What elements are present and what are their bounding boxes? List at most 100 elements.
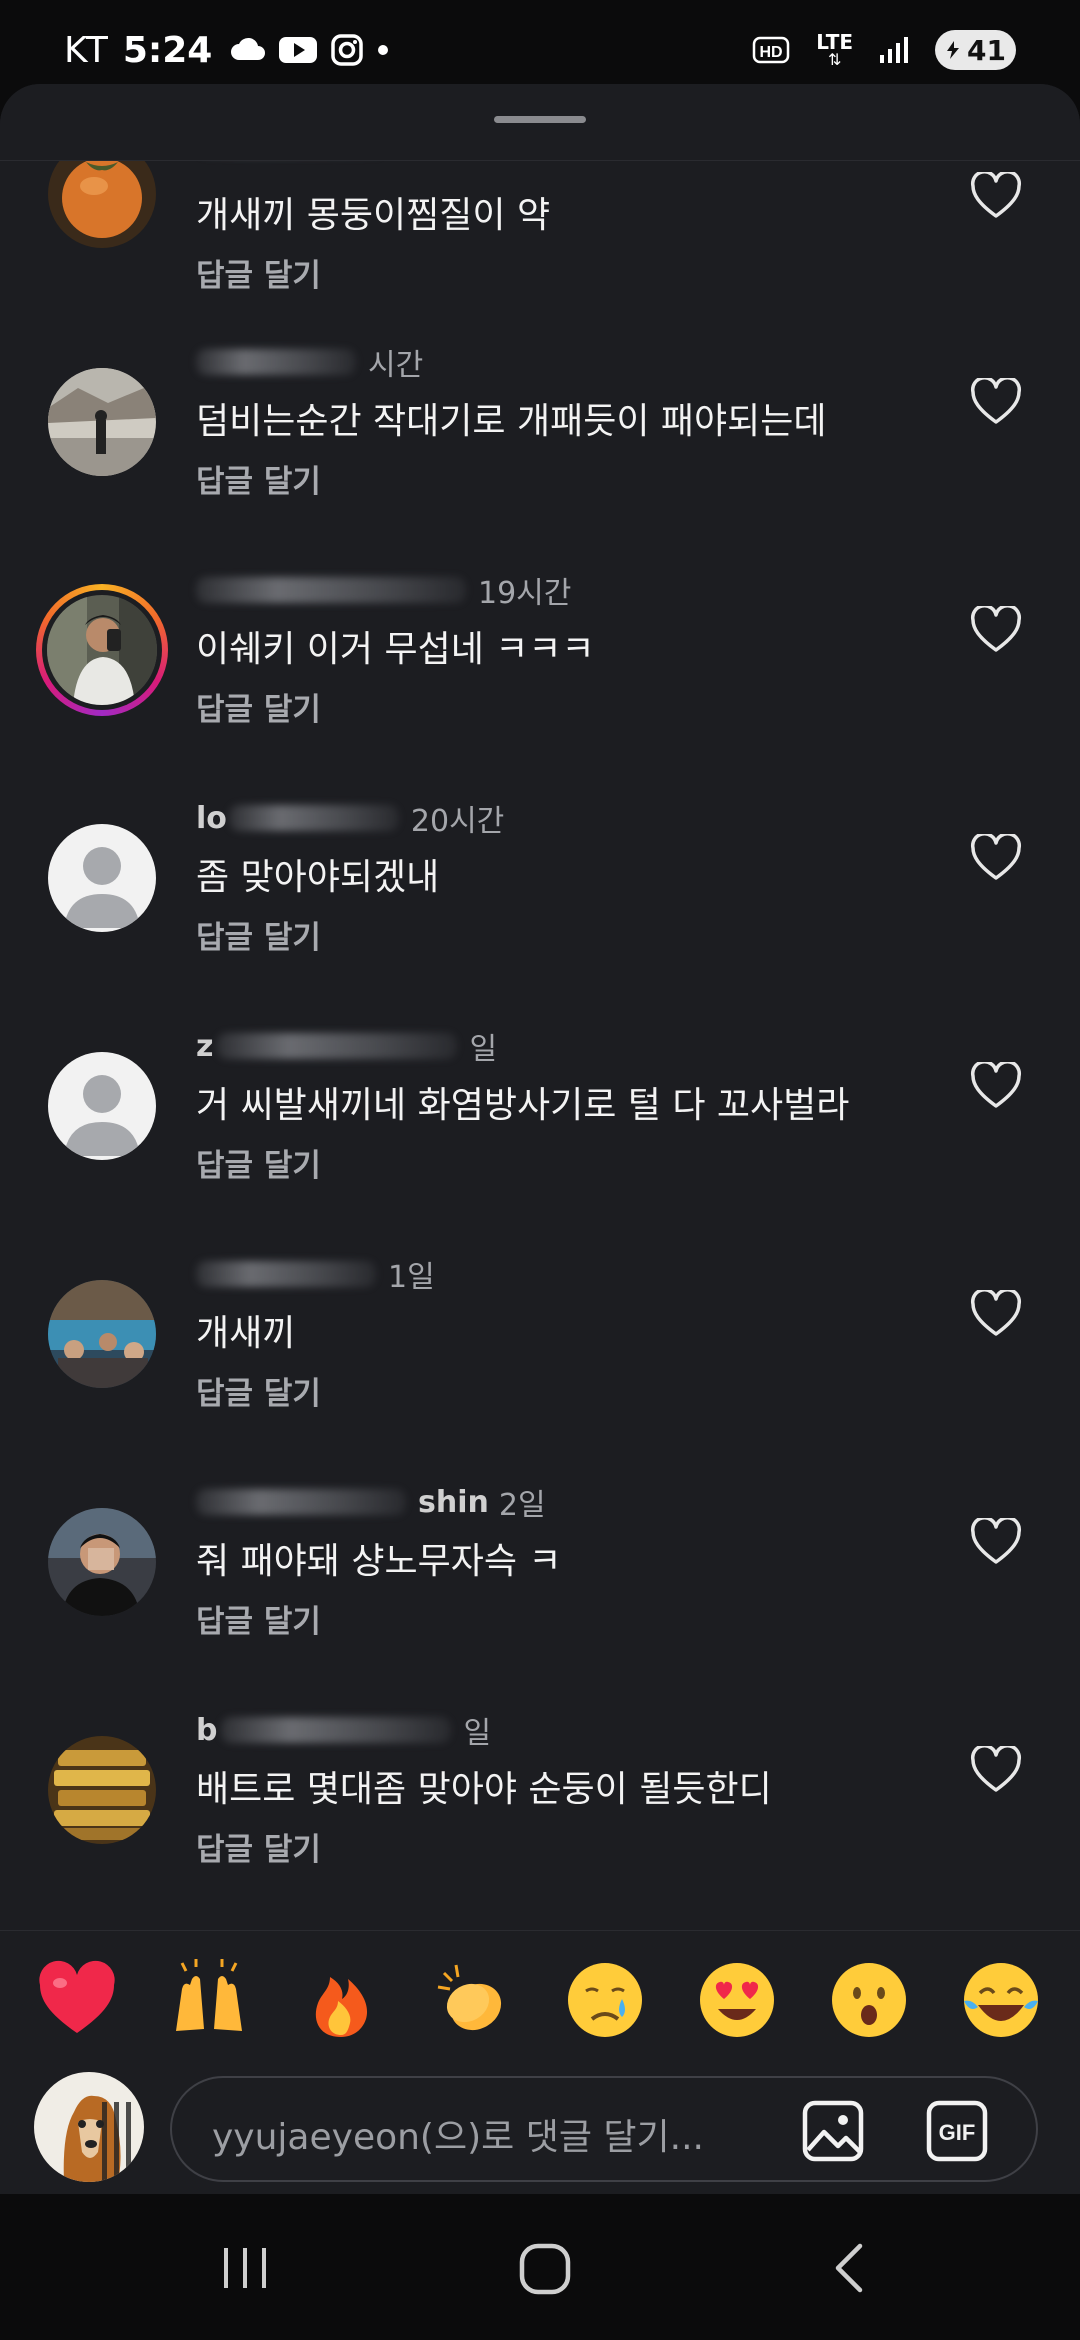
divider bbox=[0, 160, 1080, 161]
avatar[interactable] bbox=[48, 1280, 156, 1388]
username-blurred[interactable] bbox=[196, 577, 466, 603]
cloud-icon bbox=[230, 36, 266, 64]
comment-meta: z 일 bbox=[196, 1024, 497, 1068]
dot-icon bbox=[376, 43, 390, 57]
default-avatar-icon[interactable] bbox=[48, 824, 156, 932]
svg-text:HD: HD bbox=[760, 44, 783, 61]
like-heart-icon[interactable] bbox=[970, 1518, 1022, 1566]
avatar[interactable] bbox=[48, 1508, 156, 1616]
comment-list[interactable]: 개새끼 몽둥이찜질이 약 답글 달기 시간 덤비는순간 작대기로 개패듯이 패야… bbox=[0, 84, 1080, 1924]
comment-time: 20시간 bbox=[410, 804, 505, 839]
comment-text: 이쉐키 이거 무섭네 ㅋㅋㅋ bbox=[196, 629, 595, 670]
comment-input[interactable]: yyujaeyeon(으)로 댓글 달기... GIF bbox=[170, 2076, 1038, 2182]
comment-meta: shin 2일 bbox=[196, 1480, 546, 1524]
reply-button[interactable]: 답글 달기 bbox=[196, 250, 321, 295]
comment-text: 배트로 몇대좀 맞아야 순둥이 될듯한디 bbox=[196, 1769, 772, 1810]
default-avatar-icon[interactable] bbox=[48, 1052, 156, 1160]
username-blurred[interactable] bbox=[196, 349, 356, 375]
comment-text: 좀 맞아야되겠내 bbox=[196, 857, 440, 898]
heart-emoji-button[interactable] bbox=[36, 1959, 118, 2041]
recent-apps-button[interactable] bbox=[210, 2234, 280, 2304]
username-blurred[interactable] bbox=[217, 1033, 458, 1059]
comments-sheet: 개새끼 몽둥이찜질이 약 답글 달기 시간 덤비는순간 작대기로 개패듯이 패야… bbox=[0, 84, 1080, 2194]
reply-button[interactable]: 답글 달기 bbox=[196, 1140, 321, 1185]
reply-button[interactable]: 답글 달기 bbox=[196, 1824, 321, 1869]
comment-item: 시간 덤비는순간 작대기로 개패듯이 패야되는데 답글 달기 bbox=[0, 348, 1080, 592]
screen: KT 5:24 HD LTE ⇅ 41 개새끼 몽둥이찜질이 약 답글 달기 시… bbox=[0, 0, 1080, 2340]
comment-time: 19시간 bbox=[478, 576, 572, 611]
image-picker-icon[interactable] bbox=[800, 2098, 866, 2164]
comment-time: 1일 bbox=[388, 1260, 435, 1295]
comment-text: 거 씨발새끼네 화염방사기로 털 다 꼬사벌라 bbox=[196, 1085, 850, 1126]
comment-time: 2일 bbox=[498, 1488, 546, 1523]
battery-icon: 41 bbox=[935, 30, 1016, 70]
heart-eyes-emoji-button[interactable] bbox=[696, 1959, 778, 2041]
comment-item: 1일 개새끼 답글 달기 bbox=[0, 1260, 1080, 1504]
username-blurred[interactable] bbox=[196, 1489, 406, 1515]
gif-icon[interactable]: GIF bbox=[924, 2098, 990, 2164]
comment-item: b 일 배트로 몇대좀 맞아야 순둥이 될듯한디 답글 달기 bbox=[0, 1713, 1080, 1924]
username-blurred[interactable] bbox=[221, 1717, 452, 1743]
like-heart-icon[interactable] bbox=[970, 1746, 1022, 1794]
like-heart-icon[interactable] bbox=[970, 834, 1022, 882]
comment-text: 개새끼 bbox=[196, 1313, 296, 1354]
comment-meta: 1일 bbox=[196, 1252, 435, 1296]
username-fragment[interactable]: z bbox=[196, 1029, 213, 1064]
clock: 5:24 bbox=[122, 29, 213, 71]
comment-input-placeholder: yyujaeyeon(으)로 댓글 달기... bbox=[212, 2117, 704, 2158]
system-nav-bar bbox=[0, 2194, 1080, 2340]
like-heart-icon[interactable] bbox=[970, 172, 1022, 220]
like-heart-icon[interactable] bbox=[970, 378, 1022, 426]
raising-hands-emoji-button[interactable] bbox=[168, 1959, 250, 2041]
network-type-label: LTE bbox=[816, 30, 854, 54]
comment-input-row: yyujaeyeon(으)로 댓글 달기... GIF bbox=[0, 2062, 1080, 2192]
carrier-label: KT bbox=[64, 29, 109, 71]
like-heart-icon[interactable] bbox=[970, 1290, 1022, 1338]
comment-meta: 19시간 bbox=[196, 568, 571, 612]
lte-icon: LTE ⇅ bbox=[816, 30, 854, 69]
comment-meta: lo 20시간 bbox=[196, 796, 504, 840]
hd-icon: HD bbox=[752, 35, 790, 65]
youtube-icon bbox=[278, 35, 318, 65]
comment-time: 일 bbox=[463, 1716, 492, 1751]
like-heart-icon[interactable] bbox=[970, 1062, 1022, 1110]
comment-item: 19시간 이쉐키 이거 무섭네 ㅋㅋㅋ 답글 달기 bbox=[0, 576, 1080, 820]
reply-button[interactable]: 답글 달기 bbox=[196, 1596, 321, 1641]
surprised-face-emoji-button[interactable] bbox=[828, 1959, 910, 2041]
like-heart-icon[interactable] bbox=[970, 606, 1022, 654]
story-ring[interactable] bbox=[36, 584, 168, 716]
comment-item: z 일 거 씨발새끼네 화염방사기로 털 다 꼬사벌라 답글 달기 bbox=[0, 1029, 1080, 1276]
username-fragment[interactable]: lo bbox=[196, 801, 227, 836]
reply-button[interactable]: 답글 달기 bbox=[196, 456, 321, 501]
back-button[interactable] bbox=[816, 2234, 886, 2304]
username-blurred[interactable] bbox=[196, 1261, 376, 1287]
comment-meta: b 일 bbox=[196, 1708, 491, 1752]
current-user-avatar[interactable] bbox=[34, 2072, 144, 2182]
avatar[interactable] bbox=[48, 1736, 156, 1844]
comment-text: 덤비는순간 작대기로 개패듯이 패야되는데 bbox=[196, 401, 827, 442]
emoji-quick-reaction-bar bbox=[0, 1930, 1080, 2080]
clapping-hands-emoji-button[interactable] bbox=[432, 1959, 514, 2041]
fire-emoji-button[interactable] bbox=[300, 1959, 382, 2041]
avatar[interactable] bbox=[47, 595, 157, 705]
home-button[interactable] bbox=[510, 2234, 580, 2304]
comment-meta: 시간 bbox=[196, 340, 423, 384]
svg-text:GIF: GIF bbox=[939, 2120, 976, 2145]
username-blurred[interactable] bbox=[228, 805, 399, 831]
comment-text: 줘 패야돼 샹노무자슥 ㅋ bbox=[196, 1541, 562, 1582]
avatar[interactable] bbox=[48, 368, 156, 476]
reply-button[interactable]: 답글 달기 bbox=[196, 912, 321, 957]
battery-level: 41 bbox=[967, 33, 1006, 67]
reply-button[interactable]: 답글 달기 bbox=[196, 1368, 321, 1413]
crying-face-emoji-button[interactable] bbox=[564, 1959, 646, 2041]
reply-button[interactable]: 답글 달기 bbox=[196, 684, 321, 729]
comment-time: 일 bbox=[469, 1032, 498, 1067]
comment-item: lo 20시간 좀 맞아야되겠내 답글 달기 bbox=[0, 801, 1080, 1048]
comment-item: 개새끼 몽둥이찜질이 약 답글 달기 bbox=[0, 130, 1080, 364]
username-fragment[interactable]: b bbox=[196, 1713, 217, 1748]
drag-handle[interactable] bbox=[494, 116, 586, 123]
laughing-tears-emoji-button[interactable] bbox=[960, 1959, 1042, 2041]
comment-time: 시간 bbox=[368, 348, 424, 383]
signal-icon bbox=[879, 35, 909, 65]
username-fragment[interactable]: shin bbox=[418, 1485, 489, 1520]
